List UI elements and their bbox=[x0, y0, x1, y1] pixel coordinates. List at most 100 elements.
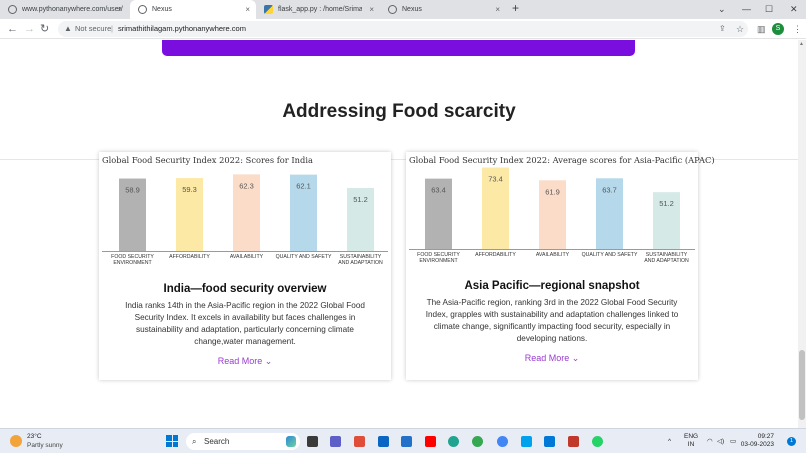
address-separator: | bbox=[111, 24, 113, 33]
forward-button[interactable]: → bbox=[24, 21, 35, 37]
read-more-link[interactable]: Read More ⌄ bbox=[406, 353, 698, 364]
security-label[interactable]: Not secure bbox=[75, 21, 111, 37]
bing-icon[interactable] bbox=[286, 436, 296, 447]
tray-chevron-icon[interactable]: ^ bbox=[668, 429, 671, 453]
close-icon[interactable]: × bbox=[245, 0, 250, 19]
scroll-thumb[interactable] bbox=[799, 350, 805, 420]
close-window-button[interactable]: ✕ bbox=[790, 0, 798, 18]
close-icon[interactable]: × bbox=[495, 0, 500, 19]
x-tick-label: AND ADAPTATION bbox=[338, 260, 383, 266]
card-heading: Asia Pacific—regional snapshot bbox=[464, 280, 640, 292]
tab-title: flask_app.py : /home/SrimathiTh bbox=[278, 6, 362, 13]
bar-value-label: 62.3 bbox=[239, 181, 254, 190]
battery-icon[interactable]: ▭ bbox=[730, 429, 736, 453]
search-icon: ⌕ bbox=[192, 437, 197, 446]
chart-title: Global Food Security Index 2022: Scores … bbox=[102, 155, 313, 165]
section-title: Addressing Food scarcity bbox=[282, 101, 516, 122]
close-icon[interactable]: × bbox=[117, 0, 122, 19]
volume-icon[interactable]: ◁) bbox=[717, 429, 724, 453]
card-body: India ranks 14th in the Asia-Pacific reg… bbox=[125, 301, 365, 346]
bookmark-star-icon[interactable]: ☆ bbox=[736, 21, 744, 37]
globe-icon bbox=[8, 5, 17, 14]
x-tick-label: AVAILABILITY bbox=[536, 252, 570, 258]
lang-bottom: IN bbox=[687, 441, 695, 448]
tab-title: www.pythonanywhere.com/user/ bbox=[22, 6, 123, 13]
india-bar-chart: 58.9FOOD SECURITYENVIRONMENT59.3AFFORDAB… bbox=[102, 174, 388, 266]
purple-banner-bottom bbox=[162, 40, 635, 56]
x-tick-label: ENVIRONMENT bbox=[419, 258, 458, 264]
store-icon[interactable] bbox=[401, 436, 412, 447]
x-tick-label: AFFORDABILITY bbox=[169, 254, 210, 260]
india-card: 58.9 FOOD SECURITY ENVIRONMENT 59.3 AFFORDAB… bbox=[99, 152, 391, 380]
browser-toolbar: ← → ↻ ▲ Not secure | srimathithilagam.py… bbox=[0, 19, 806, 39]
windows-taskbar: 23°C Partly sunny ⌕ Search ^ ENG IN ◠ ◁)… bbox=[0, 428, 806, 453]
apac-card: 63.4 FOOD SECURITY ENVIRONMENT 73.4 AFFORDAB… bbox=[406, 152, 715, 380]
globe-icon bbox=[138, 5, 147, 14]
bar-value-label: 62.1 bbox=[296, 182, 311, 191]
teams-icon[interactable] bbox=[330, 436, 341, 447]
photos-icon[interactable] bbox=[354, 436, 365, 447]
chart-title: Global Food Security Index 2022: Average… bbox=[409, 155, 715, 165]
x-tick-label: QUALITY AND SAFETY bbox=[582, 252, 638, 258]
youtube-icon[interactable] bbox=[425, 436, 436, 447]
x-tick-label: AND ADAPTATION bbox=[644, 258, 689, 264]
close-icon[interactable]: × bbox=[369, 0, 374, 19]
x-tick-label: AFFORDABILITY bbox=[475, 252, 516, 258]
bar-value-label: 59.3 bbox=[182, 185, 197, 194]
page-scrollbar[interactable]: ▲ bbox=[798, 40, 806, 428]
tab-pythonanywhere-user[interactable]: www.pythonanywhere.com/user/ × bbox=[0, 0, 128, 19]
share-icon[interactable]: ⇪ bbox=[719, 21, 726, 37]
chrome-profile-icon[interactable] bbox=[497, 436, 508, 447]
search-label: Search bbox=[204, 437, 230, 446]
tab-strip: www.pythonanywhere.com/user/ × Nexus × f… bbox=[0, 0, 806, 19]
maximize-button[interactable]: ☐ bbox=[765, 0, 773, 18]
profile-avatar[interactable]: S bbox=[772, 23, 784, 35]
edge-icon[interactable] bbox=[448, 436, 459, 447]
bar-value-label: 51.2 bbox=[353, 195, 368, 204]
whatsapp-icon[interactable] bbox=[592, 436, 603, 447]
taskview-icon[interactable] bbox=[307, 436, 318, 447]
new-tab-button[interactable]: + bbox=[512, 1, 519, 15]
sidebar-icon[interactable]: ▥ bbox=[757, 22, 766, 36]
sun-icon bbox=[10, 435, 22, 447]
files-icon[interactable] bbox=[521, 436, 532, 447]
back-button[interactable]: ← bbox=[7, 21, 18, 37]
card-body: The Asia-Pacific region, ranking 3rd in … bbox=[425, 298, 679, 343]
bar-value-label: 51.2 bbox=[659, 199, 674, 208]
app-badge-icon[interactable] bbox=[568, 436, 579, 447]
windows-start-button[interactable] bbox=[166, 435, 178, 447]
tab-nexus-active[interactable]: Nexus × bbox=[130, 0, 256, 19]
minimize-button[interactable]: — bbox=[742, 0, 751, 18]
notification-badge[interactable]: 1 bbox=[787, 437, 796, 446]
clock-time: 09:27 bbox=[757, 433, 774, 440]
tab-flask-app[interactable]: flask_app.py : /home/SrimathiTh × bbox=[256, 0, 380, 19]
scroll-up-icon[interactable]: ▲ bbox=[799, 41, 804, 47]
x-tick-label: AVAILABILITY bbox=[230, 254, 264, 260]
globe-icon bbox=[388, 5, 397, 14]
tab-title: Nexus bbox=[152, 6, 172, 13]
bar-value-label: 58.9 bbox=[125, 186, 140, 195]
menu-icon[interactable]: ⋮ bbox=[793, 22, 802, 36]
bar-value-label: 63.7 bbox=[602, 185, 617, 194]
reload-button[interactable]: ↻ bbox=[40, 21, 49, 37]
vscode-icon[interactable] bbox=[544, 436, 555, 447]
read-more-link[interactable]: Read More ⌄ bbox=[99, 356, 391, 367]
apac-bar-chart: 63.4FOOD SECURITYENVIRONMENT73.4AFFORDAB… bbox=[409, 167, 695, 264]
x-tick-label: QUALITY AND SAFETY bbox=[276, 254, 332, 260]
url-text[interactable]: srimathithilagam.pythonanywhere.com bbox=[118, 21, 246, 37]
clock[interactable]: 09:27 03-09-2023 bbox=[738, 433, 774, 449]
taskbar-search[interactable]: ⌕ Search bbox=[186, 433, 300, 450]
card-heading: India—food security overview bbox=[163, 283, 327, 295]
tab-search-icon[interactable]: ⌄ bbox=[718, 0, 726, 18]
address-bar[interactable]: ▲ Not secure | srimathithilagam.pythonan… bbox=[58, 21, 748, 37]
warning-icon[interactable]: ▲ bbox=[64, 21, 72, 37]
chrome-icon[interactable] bbox=[472, 436, 483, 447]
weather-temp: 23°C bbox=[27, 433, 42, 440]
bar-value-label: 63.4 bbox=[431, 186, 446, 195]
language-indicator[interactable]: ENG IN bbox=[684, 433, 698, 449]
bar-value-label: 73.4 bbox=[488, 175, 503, 184]
wifi-icon[interactable]: ◠ bbox=[707, 429, 713, 453]
linkedin-icon[interactable] bbox=[378, 436, 389, 447]
tab-nexus[interactable]: Nexus × bbox=[380, 0, 506, 19]
clock-date: 03-09-2023 bbox=[740, 441, 774, 448]
